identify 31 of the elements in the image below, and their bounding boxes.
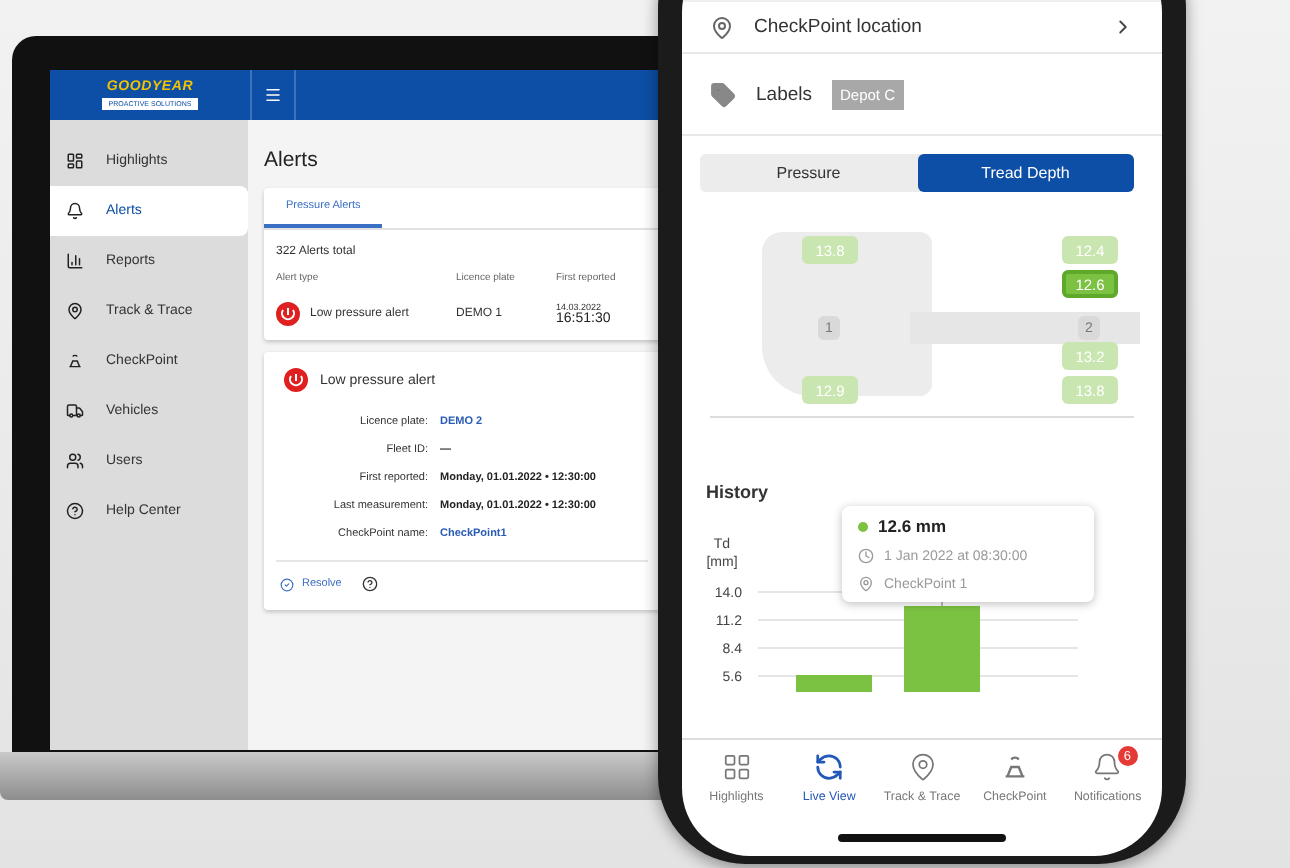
clock-icon	[858, 548, 874, 564]
bell-icon	[1092, 752, 1123, 782]
page-title: Alerts	[264, 146, 320, 176]
tyre-alert-icon	[284, 368, 308, 392]
pin-icon	[907, 752, 938, 782]
labels-title: Labels	[756, 83, 812, 105]
help-icon[interactable]	[361, 576, 378, 592]
legend-dot-icon	[858, 521, 868, 531]
pin-icon	[710, 15, 734, 39]
checkpoint-location-row[interactable]: CheckPoint location	[710, 2, 1134, 52]
checkpoint-icon	[66, 352, 84, 370]
tag-icon	[710, 81, 736, 107]
pin-icon	[858, 576, 874, 592]
segment-button[interactable]: Pressure	[700, 154, 917, 192]
bar	[796, 675, 872, 692]
grid-icon	[721, 752, 752, 782]
bell-icon	[66, 202, 84, 220]
tyre-alert-icon	[276, 302, 300, 326]
bar	[904, 606, 980, 692]
segment-button[interactable]: Tread Depth	[917, 154, 1134, 192]
history-title: History	[706, 482, 771, 502]
truck-icon	[66, 402, 84, 420]
menu-icon	[264, 86, 282, 104]
chart-icon	[66, 252, 84, 270]
dashboard-icon	[66, 152, 84, 170]
refresh-icon	[814, 752, 845, 782]
check-circle-icon	[280, 577, 294, 591]
users-icon	[66, 452, 84, 470]
help-icon	[66, 502, 84, 520]
tooltip-value: 12.6 mm	[878, 516, 947, 536]
pin-icon	[66, 302, 84, 320]
